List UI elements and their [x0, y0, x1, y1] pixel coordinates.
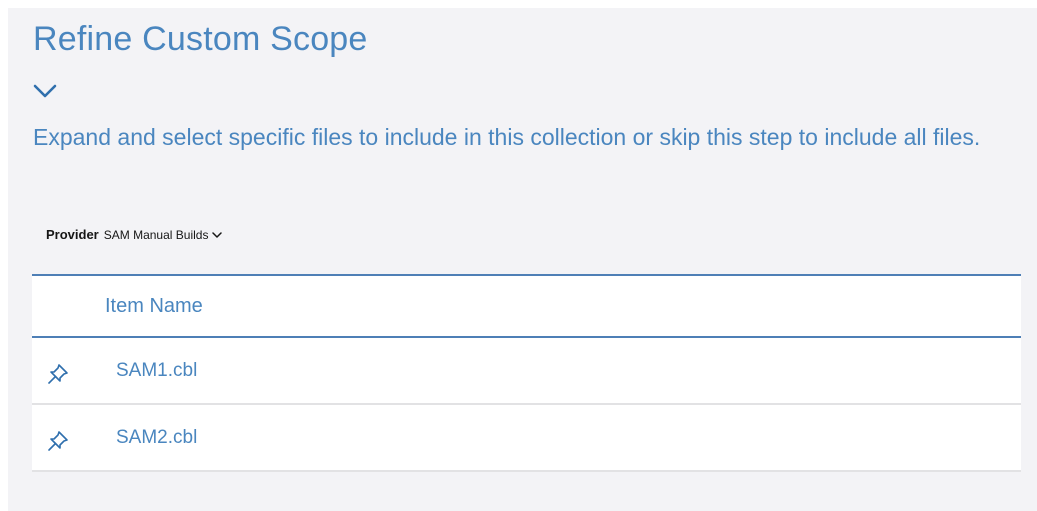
chevron-down-icon: [212, 231, 223, 238]
page-title: Refine Custom Scope: [33, 20, 368, 58]
provider-row: Provider SAM Manual Builds: [46, 227, 223, 242]
provider-dropdown[interactable]: SAM Manual Builds: [104, 228, 223, 242]
table-header: Item Name: [32, 276, 1021, 338]
item-name-cell[interactable]: SAM1.cbl: [116, 360, 197, 382]
collapse-toggle-button[interactable]: [33, 82, 57, 100]
scope-description: Expand and select specific files to incl…: [33, 124, 981, 150]
item-name-cell[interactable]: SAM2.cbl: [116, 427, 197, 449]
items-table: Item Name SAM1.cbl SAM2.cbl: [32, 274, 1021, 472]
chevron-down-icon: [33, 84, 57, 98]
pin-icon[interactable]: [46, 362, 70, 386]
pin-icon[interactable]: [46, 429, 70, 453]
provider-value: SAM Manual Builds: [103, 227, 209, 242]
provider-label: Provider: [46, 227, 99, 242]
refine-scope-panel: Refine Custom Scope Expand and select sp…: [8, 8, 1037, 511]
table-row[interactable]: SAM2.cbl: [32, 405, 1021, 472]
table-row[interactable]: SAM1.cbl: [32, 338, 1021, 405]
column-header-item-name[interactable]: Item Name: [105, 295, 203, 318]
